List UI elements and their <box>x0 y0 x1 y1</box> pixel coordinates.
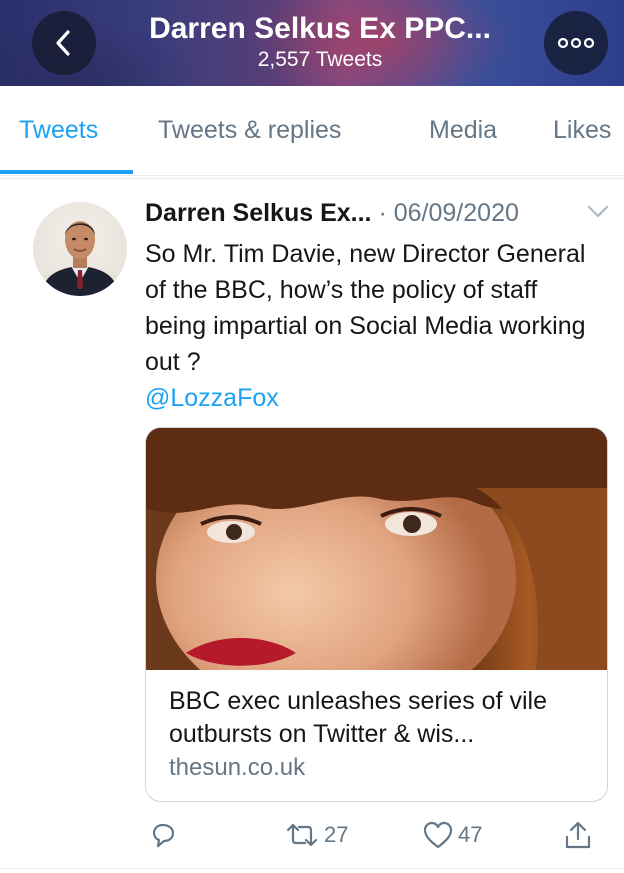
tweet-date[interactable]: 06/09/2020 <box>394 199 519 227</box>
link-card-title: BBC exec unleashes series of vile outbur… <box>169 687 547 748</box>
tweet-header: Darren Selkus Ex... · 06/09/2020 <box>145 199 615 233</box>
tweet-count: 2,557 Tweets <box>257 48 383 71</box>
link-card-domain: thesun.co.uk <box>169 754 306 781</box>
retweet-button[interactable]: 27 <box>284 815 348 855</box>
chevron-down-icon <box>587 205 609 218</box>
retweet-icon <box>286 823 318 847</box>
tweet-menu-button[interactable] <box>587 205 609 224</box>
tab-likes[interactable]: Likes <box>553 116 611 145</box>
share-icon <box>565 821 591 849</box>
back-button[interactable] <box>32 11 96 75</box>
heart-icon <box>423 821 453 849</box>
reply-button[interactable] <box>148 815 178 855</box>
more-icon <box>557 37 595 49</box>
retweet-count: 27 <box>324 822 349 847</box>
share-button[interactable] <box>563 815 593 855</box>
avatar-portrait <box>41 221 119 296</box>
profile-name-title: Darren Selkus Ex PPC... <box>149 12 491 45</box>
tab-media[interactable]: Media <box>429 116 497 145</box>
tab-tweets[interactable]: Tweets <box>19 116 98 145</box>
tab-tweets-and-replies[interactable]: Tweets & replies <box>158 116 341 145</box>
tweet-mention-link[interactable]: @LozzaFox <box>145 380 605 416</box>
profile-tabs: Tweets Tweets & replies Media Likes <box>0 86 624 176</box>
chevron-left-icon <box>56 30 70 56</box>
avatar[interactable] <box>33 202 127 296</box>
divider-bottom <box>0 868 624 869</box>
link-card-text: BBC exec unleashes series of vile outbur… <box>169 685 589 784</box>
tweet-separator: · <box>378 199 387 227</box>
divider <box>0 178 624 179</box>
card-photo <box>146 428 607 670</box>
reply-icon <box>152 823 175 848</box>
profile-header: Darren Selkus Ex PPC... 2,557 Tweets <box>0 0 624 86</box>
more-button[interactable] <box>544 11 608 75</box>
tweet-body: So Mr. Tim Davie, new Director General o… <box>145 236 605 416</box>
tweet-text: So Mr. Tim Davie, new Director General o… <box>145 240 586 376</box>
link-card-image <box>146 428 607 670</box>
like-button[interactable]: 47 <box>422 815 482 855</box>
active-tab-indicator <box>0 170 133 174</box>
like-count: 47 <box>458 822 483 847</box>
link-card[interactable]: BBC exec unleashes series of vile outbur… <box>145 427 608 802</box>
tweet-author-name[interactable]: Darren Selkus Ex... <box>145 199 372 227</box>
